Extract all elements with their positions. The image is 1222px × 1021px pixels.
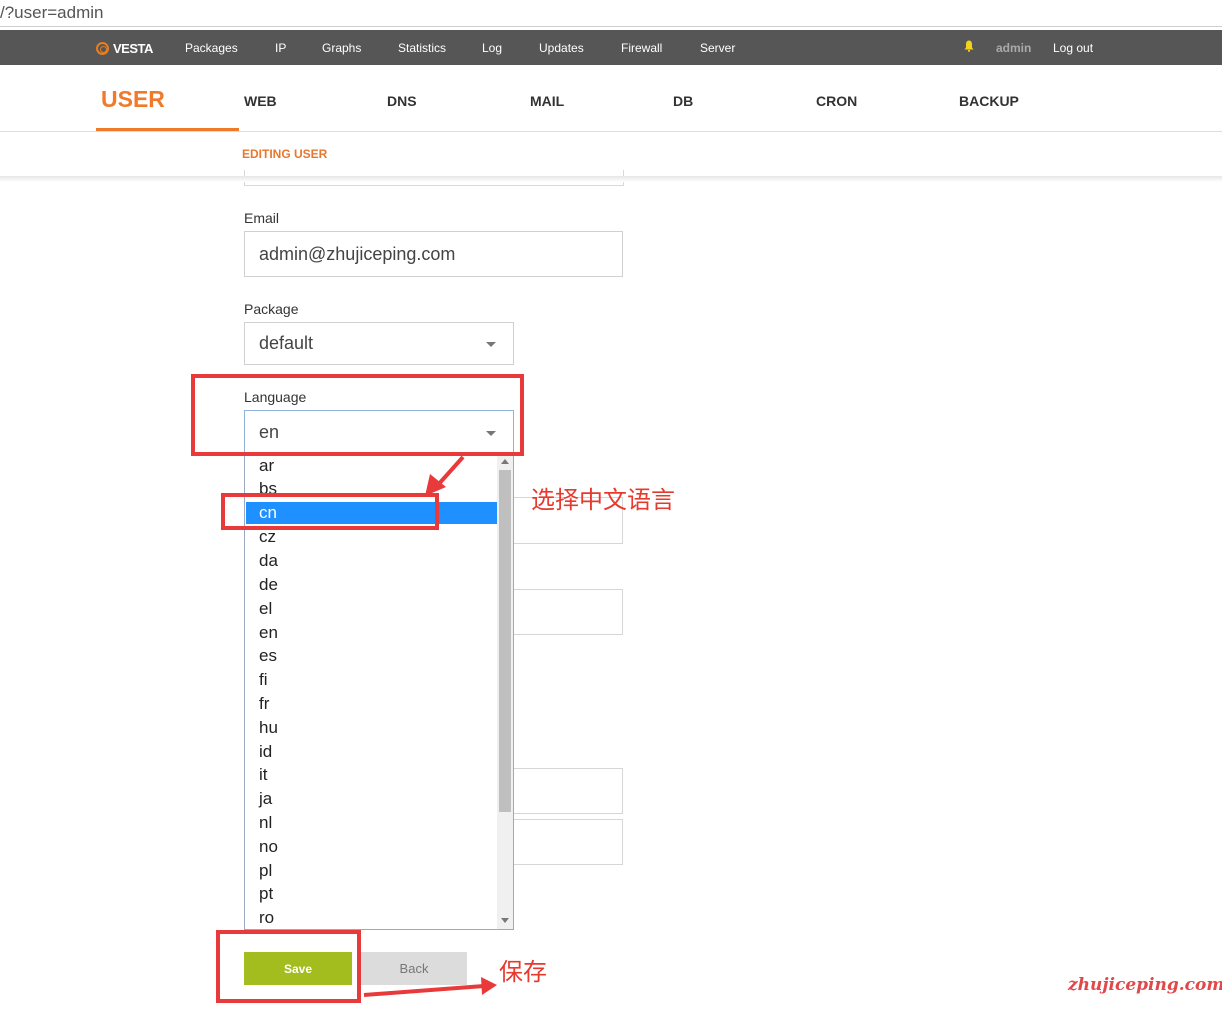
arrow-from-save-head [481,977,497,995]
arrow-to-cn-line [435,455,465,488]
annotation-select-chinese: 选择中文语言 [531,486,675,514]
arrow-from-save-line [363,984,485,997]
watermark: zhujiceping.com [1068,975,1222,995]
annotation-save: 保存 [499,958,547,986]
